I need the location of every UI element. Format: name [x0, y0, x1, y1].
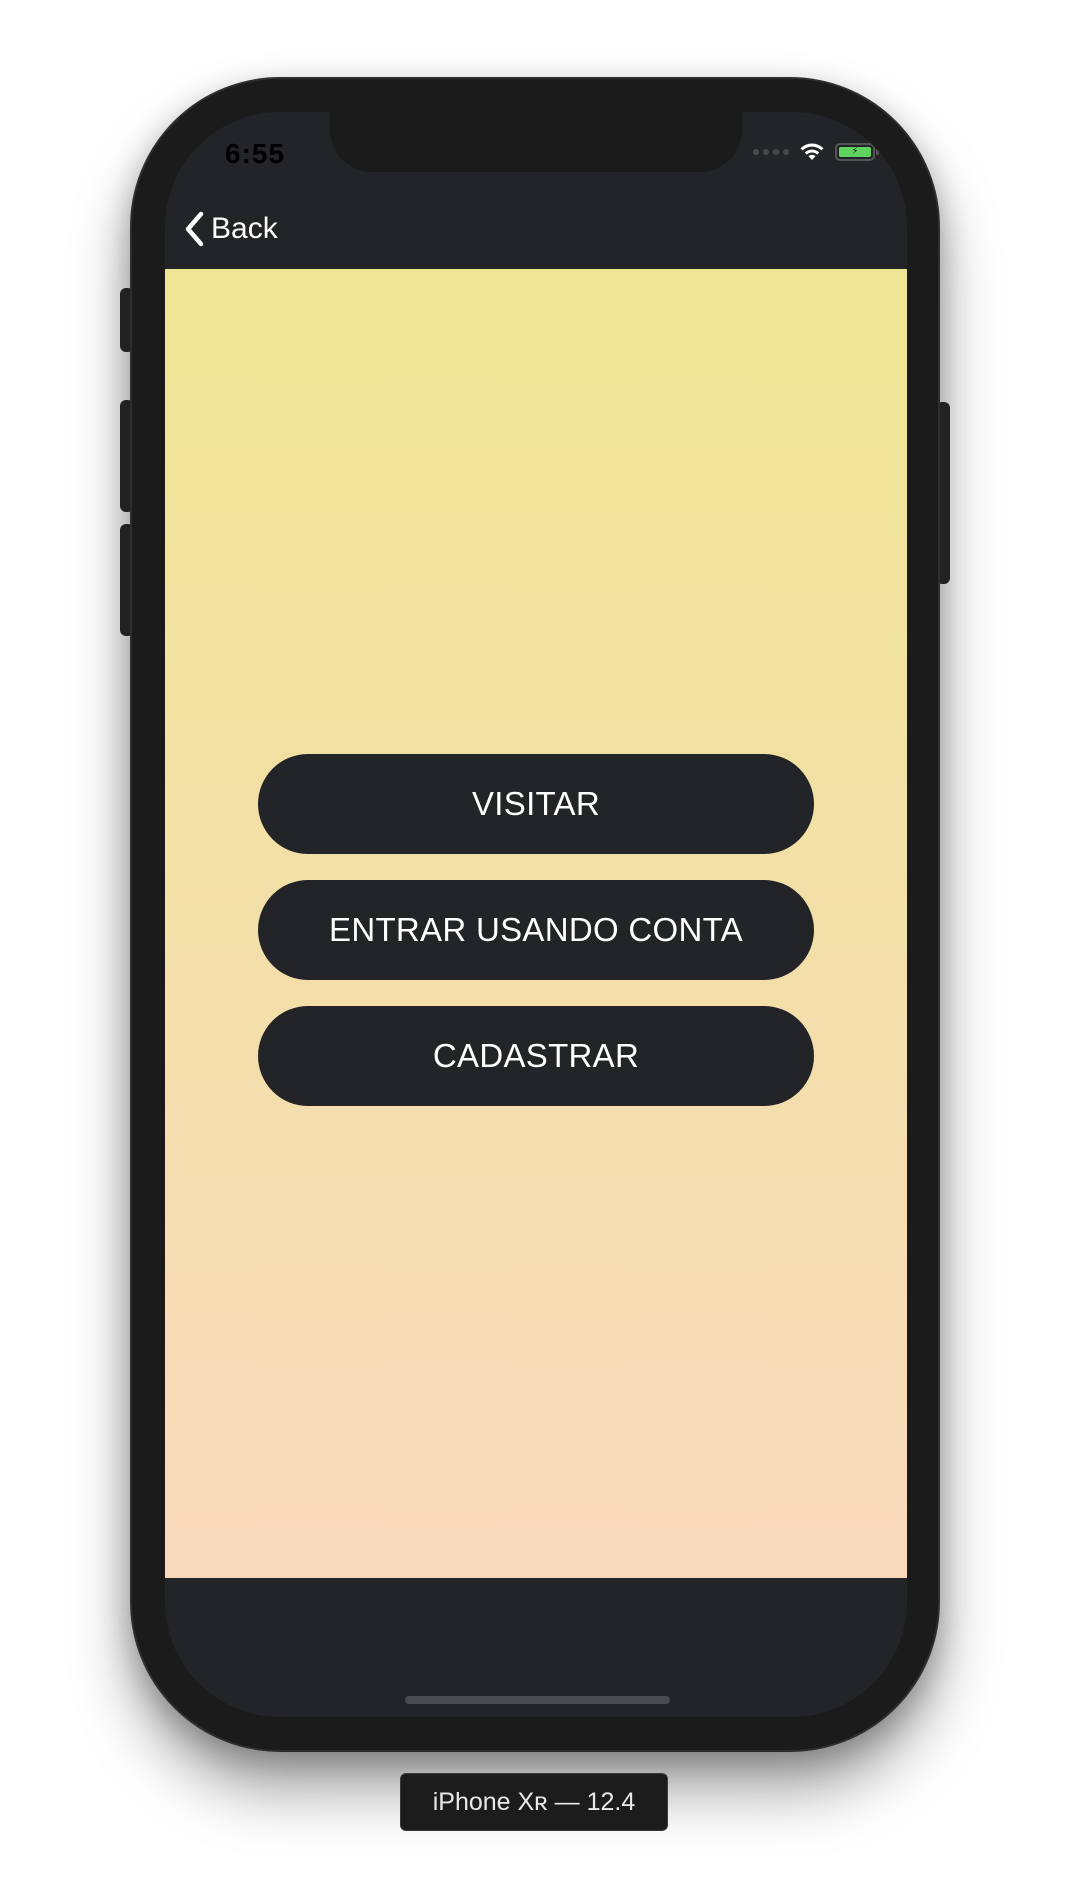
main-content: VISITAR ENTRAR USANDO CONTA CADASTRAR	[165, 269, 907, 1578]
wifi-icon	[800, 143, 824, 160]
chevron-left-icon	[185, 211, 204, 247]
simulator-device-label: iPhone Xʀ — 12.4	[400, 1773, 668, 1831]
device-screen: 6:55 ⚡ Back VISITAR ENTRAR USANDO CONTA …	[165, 112, 907, 1717]
visit-button[interactable]: VISITAR	[258, 754, 814, 854]
back-label: Back	[211, 212, 278, 245]
cellular-signal-icon	[753, 149, 789, 155]
register-button[interactable]: CADASTRAR	[258, 1006, 814, 1106]
home-indicator[interactable]	[405, 1696, 670, 1704]
login-with-account-button[interactable]: ENTRAR USANDO CONTA	[258, 880, 814, 980]
status-time: 6:55	[225, 138, 286, 169]
battery-charging-icon: ⚡	[835, 143, 879, 161]
back-button[interactable]: Back	[183, 210, 278, 248]
notch	[330, 112, 742, 172]
status-icons: ⚡	[753, 142, 879, 162]
